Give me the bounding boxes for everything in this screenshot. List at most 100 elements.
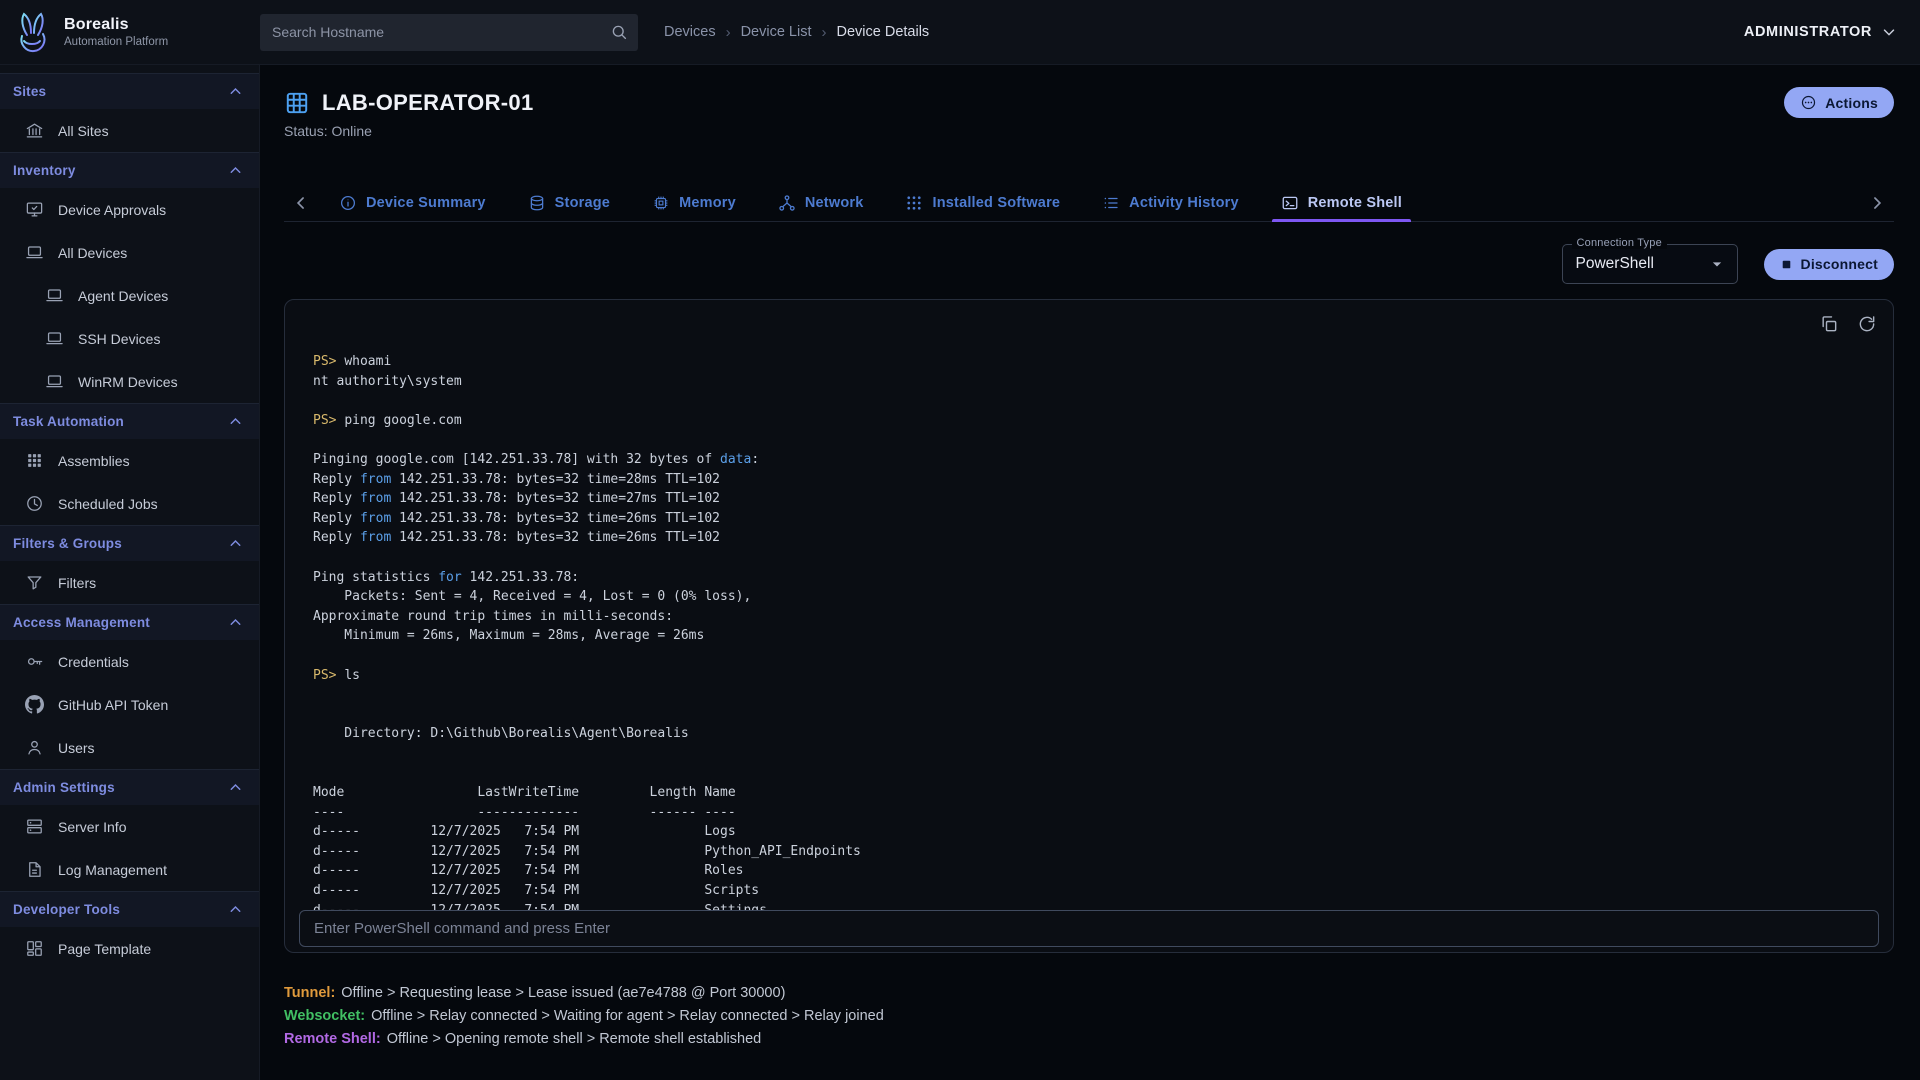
sidebar-item-agent-devices[interactable]: Agent Devices [0,274,259,317]
sidebar-item-filters[interactable]: Filters [0,561,259,604]
copy-icon [1819,314,1839,334]
sidebar-section-inventory[interactable]: Inventory [0,152,259,188]
sidebar-item-server-info[interactable]: Server Info [0,805,259,848]
laptop-icon [45,286,64,305]
apps-icon [905,194,923,212]
user-icon [25,738,44,757]
terminal-output[interactable]: PS> whoamint authority\system PS> ping g… [285,300,1893,910]
sidebar-item-credentials[interactable]: Credentials [0,640,259,683]
app-root: Borealis Automation Platform Devices › D… [0,0,1920,1080]
breadcrumb-device-list[interactable]: Device List [741,24,812,40]
tunnel-status-text: Offline > Requesting lease > Lease issue… [341,985,785,1001]
breadcrumb-separator: › [822,24,827,41]
topbar: Borealis Automation Platform Devices › D… [0,0,1920,65]
github-icon [25,695,44,714]
sidebar-item-users[interactable]: Users [0,726,259,769]
filter-icon [25,573,44,592]
user-menu-label: ADMINISTRATOR [1744,24,1872,40]
laptop-icon [45,372,64,391]
sidebar-section-filters-groups[interactable]: Filters & Groups [0,525,259,561]
chevron-up-icon [227,779,244,796]
server-icon [25,817,44,836]
remote-shell-status-label: Remote Shell: [284,1031,381,1047]
sidebar-section-task-automation[interactable]: Task Automation [0,403,259,439]
refresh-icon [1857,314,1877,334]
tab-scroll-left[interactable] [284,185,318,221]
tab-scroll-right[interactable] [1860,185,1894,221]
copy-button[interactable] [1819,314,1839,337]
chevron-up-icon [227,901,244,918]
actions-button[interactable]: Actions [1784,87,1894,118]
tab-activity-history[interactable]: Activity History [1081,185,1260,221]
remote-shell-status: Remote Shell: Offline > Opening remote sh… [284,1031,1894,1048]
shell-controls: Connection Type PowerShell Disconnect [284,244,1894,284]
sidebar-section-sites[interactable]: Sites [0,73,259,109]
sidebar-section-developer-tools[interactable]: Developer Tools [0,891,259,927]
refresh-button[interactable] [1857,314,1877,337]
tab-installed-software[interactable]: Installed Software [884,185,1081,221]
chevron-left-icon [291,193,311,213]
tab-memory[interactable]: Memory [631,185,757,221]
chevron-up-icon [227,614,244,631]
breadcrumb-devices[interactable]: Devices [664,24,716,40]
websocket-status: Websocket: Offline > Relay connected > Wa… [284,1008,1894,1025]
tab-bar: Device Summary Storage Memory Network In… [284,185,1894,222]
sidebar-item-device-approvals[interactable]: Device Approvals [0,188,259,231]
tab-remote-shell[interactable]: Remote Shell [1260,185,1423,221]
tab-network[interactable]: Network [757,185,885,221]
chevron-right-icon [1867,193,1887,213]
sidebar-section-access-management[interactable]: Access Management [0,604,259,640]
tunnel-status-label: Tunnel: [284,985,335,1001]
network-icon [778,194,796,212]
device-grid-icon [284,90,310,116]
remote-shell-status-text: Offline > Opening remote shell > Remote … [387,1031,762,1047]
sidebar-item-assemblies[interactable]: Assemblies [0,439,259,482]
search-hostname-box[interactable] [260,14,638,51]
bank-icon [25,121,44,140]
device-check-icon [25,200,44,219]
sidebar: Sites All Sites Inventory Device Approva… [0,65,260,1080]
borealis-logo [10,10,54,54]
key-icon [25,652,44,671]
user-menu[interactable]: ADMINISTRATOR [1744,23,1898,41]
page-title: LAB-OPERATOR-01 [322,90,533,116]
log-icon [25,860,44,879]
sidebar-item-log-management[interactable]: Log Management [0,848,259,891]
sidebar-item-ssh-devices[interactable]: SSH Devices [0,317,259,360]
caret-down-icon [1707,254,1727,274]
memory-icon [652,194,670,212]
tunnel-status: Tunnel: Offline > Requesting lease > Leas… [284,985,1894,1002]
terminal-panel: PS> whoamint authority\system PS> ping g… [284,299,1894,953]
chevron-up-icon [227,162,244,179]
disconnect-button[interactable]: Disconnect [1764,249,1894,280]
sidebar-item-winrm-devices[interactable]: WinRM Devices [0,360,259,403]
sidebar-section-admin-settings[interactable]: Admin Settings [0,769,259,805]
connection-status-lines: Tunnel: Offline > Requesting lease > Leas… [284,985,1894,1048]
sidebar-item-scheduled-jobs[interactable]: Scheduled Jobs [0,482,259,525]
sidebar-item-page-template[interactable]: Page Template [0,927,259,970]
laptop-icon [45,329,64,348]
search-input[interactable] [272,24,610,40]
connection-type-label: Connection Type [1572,237,1667,249]
template-icon [25,939,44,958]
tab-device-summary[interactable]: Device Summary [318,185,507,221]
connection-type-select[interactable]: Connection Type PowerShell [1562,244,1738,284]
sidebar-item-all-sites[interactable]: All Sites [0,109,259,152]
search-icon [610,23,628,41]
terminal-toolbar [1819,314,1877,337]
chevron-up-icon [227,413,244,430]
terminal-command-input[interactable] [299,910,1879,947]
storage-icon [528,194,546,212]
history-icon [1102,194,1120,212]
chevron-down-icon [1880,23,1898,41]
websocket-status-label: Websocket: [284,1008,365,1024]
chevron-up-icon [227,535,244,552]
laptop-icon [25,243,44,262]
websocket-status-text: Offline > Relay connected > Waiting for … [371,1008,884,1024]
grid-icon [25,451,44,470]
sidebar-item-github-api-token[interactable]: GitHub API Token [0,683,259,726]
brand: Borealis Automation Platform [0,10,260,54]
tab-storage[interactable]: Storage [507,185,631,221]
sidebar-item-all-devices[interactable]: All Devices [0,231,259,274]
brand-subtitle: Automation Platform [64,36,168,48]
